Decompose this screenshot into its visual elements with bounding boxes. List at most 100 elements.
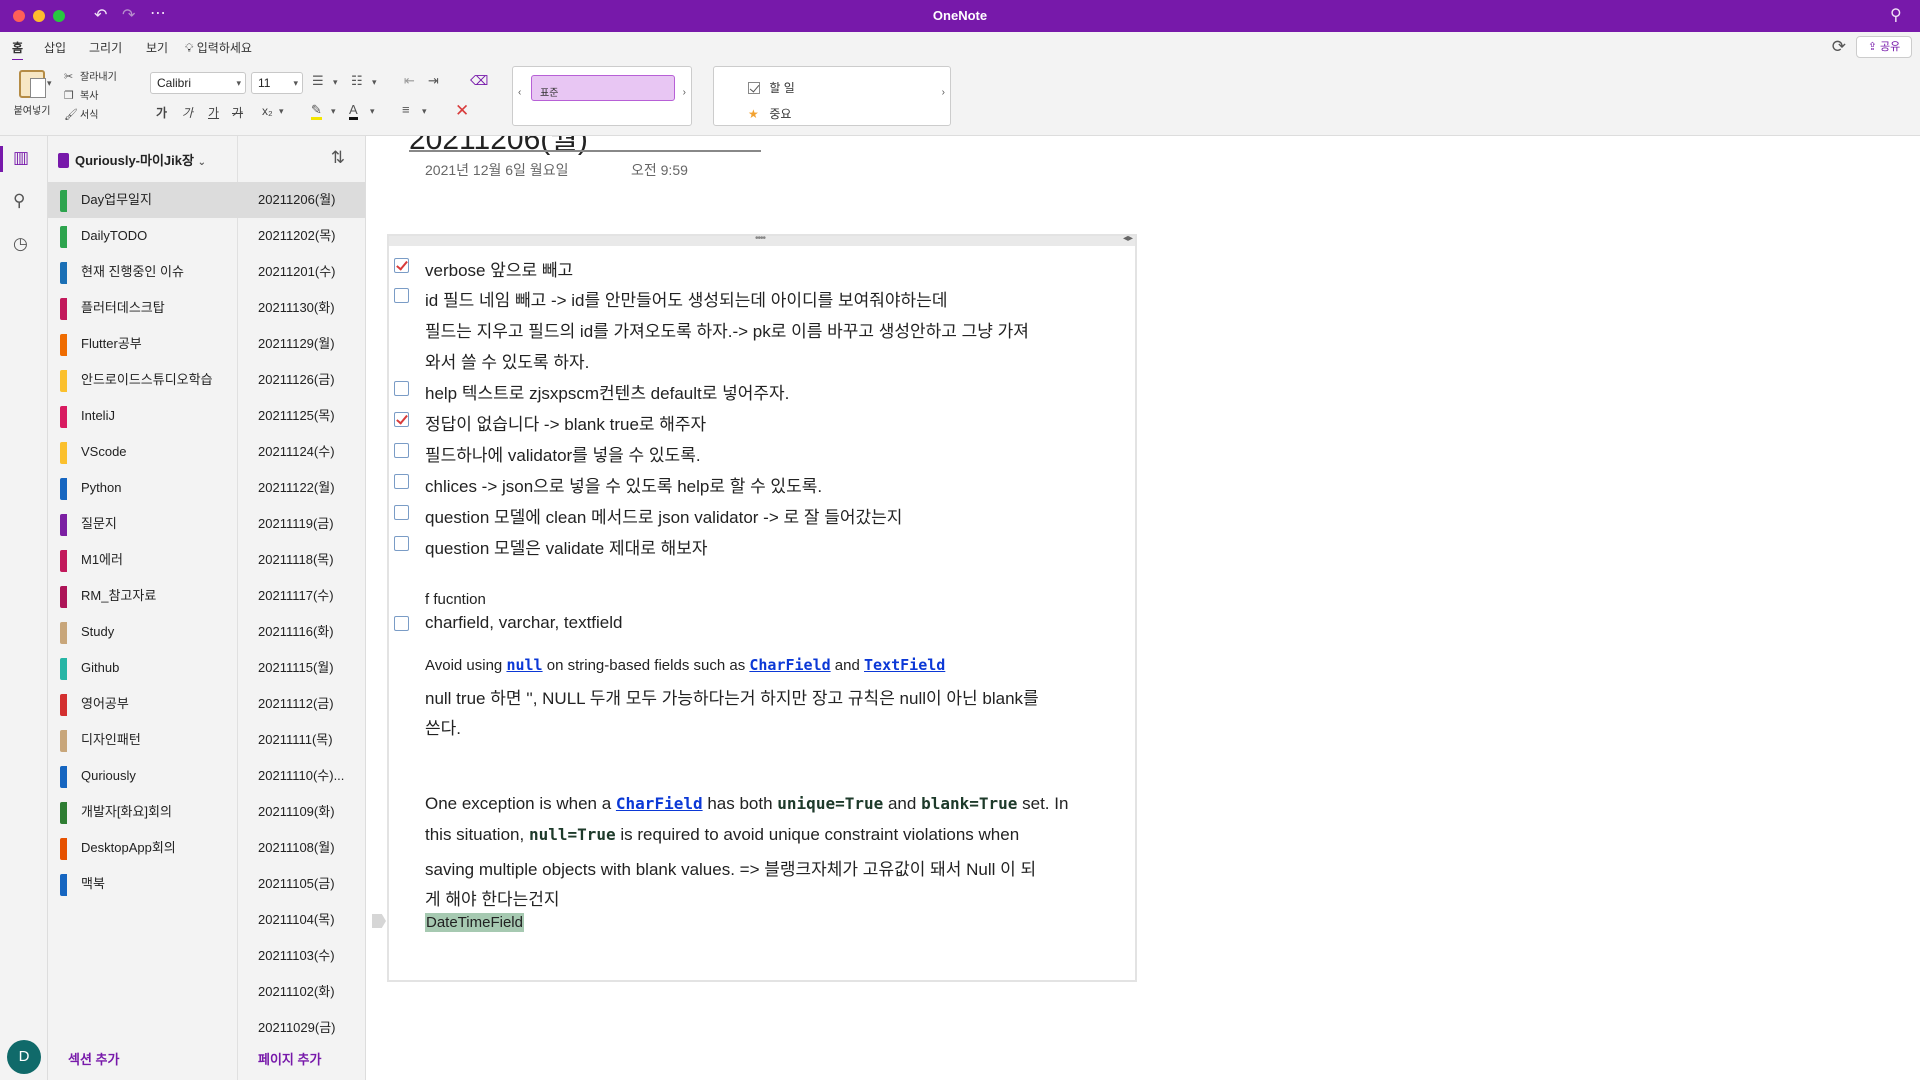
section-item[interactable]: Study <box>48 614 238 650</box>
todo-checkbox[interactable] <box>394 505 409 520</box>
section-item[interactable]: 맥북 <box>48 866 238 902</box>
chevron-down-icon[interactable]: ▾ <box>333 77 338 88</box>
cut-button[interactable]: ✂ 잘라내기 <box>64 68 117 87</box>
todo-item[interactable]: 필드하나에 validator를 넣을 수 있도록. <box>425 441 701 466</box>
page-item[interactable]: 20211202(목) <box>238 218 365 254</box>
section-item[interactable]: 플러터데스크탑 <box>48 290 238 326</box>
sync-icon[interactable]: ⟳ <box>1832 37 1846 57</box>
align-icon[interactable]: ≡ <box>402 102 410 117</box>
copy-button[interactable]: ❐ 복사 <box>64 87 117 106</box>
tab-home[interactable]: 홈 <box>12 39 24 61</box>
todo-item[interactable]: question 모델은 validate 제대로 해보자 <box>425 534 708 559</box>
page-item[interactable]: 20211105(금) <box>238 866 365 902</box>
section-item[interactable]: M1에러 <box>48 542 238 578</box>
page-item[interactable]: 20211109(화) <box>238 794 365 830</box>
delete-icon[interactable]: ✕ <box>455 101 469 121</box>
page-item[interactable]: 20211124(수) <box>238 434 365 470</box>
chevron-down-icon[interactable]: ▾ <box>372 77 377 88</box>
page-item[interactable]: 20211116(화) <box>238 614 365 650</box>
style-normal[interactable]: 표준 <box>531 75 675 101</box>
link-null[interactable]: null <box>506 656 542 674</box>
todo-item-continued[interactable]: 와서 쓸 수 있도록 하자. <box>425 348 589 373</box>
sort-icon[interactable]: ⇅ <box>331 148 345 168</box>
link-textfield[interactable]: TextField <box>864 656 945 674</box>
note-text[interactable]: f fucntion <box>425 591 486 608</box>
todo-checkbox[interactable] <box>394 443 409 458</box>
chevron-left-icon[interactable]: ‹ <box>518 87 521 98</box>
chevron-down-icon[interactable]: ▾ <box>370 106 375 117</box>
todo-checkbox[interactable] <box>394 536 409 551</box>
todo-checkbox[interactable] <box>394 616 409 631</box>
add-page-button[interactable]: 페이지 추가 <box>258 1049 321 1068</box>
todo-item-continued[interactable]: 필드는 지우고 필드의 id를 가져오도록 하자.-> pk로 이름 바꾸고 생… <box>425 317 1029 342</box>
paste-button[interactable]: 붙여넣기 <box>12 70 52 117</box>
todo-item[interactable]: 정답이 없습니다 -> blank true로 해주자 <box>425 410 706 435</box>
page-item[interactable]: 20211104(목) <box>238 902 365 938</box>
section-item[interactable]: InteliJ <box>48 398 238 434</box>
share-button[interactable]: ⇪ 공유 <box>1856 36 1912 58</box>
section-item[interactable]: 영어공부 <box>48 686 238 722</box>
tag-important[interactable]: ★ 중요 <box>748 105 791 122</box>
avatar[interactable]: D <box>7 1040 41 1074</box>
increase-indent-icon[interactable]: ⇥ <box>428 73 439 89</box>
subscript-button[interactable]: x₂ <box>262 104 273 118</box>
section-item[interactable]: 개발자[화요]회의 <box>48 794 238 830</box>
note-text[interactable]: this situation, null=True is required to… <box>425 825 1019 845</box>
link-charfield[interactable]: CharField <box>749 656 830 674</box>
chevron-right-icon[interactable]: › <box>942 87 945 98</box>
clear-formatting-icon[interactable]: ⌫ <box>470 73 488 89</box>
font-size-select[interactable]: 11 ▾ <box>251 72 303 94</box>
page-item[interactable]: 20211029(금) <box>238 1010 365 1046</box>
note-text[interactable]: null true 하면 '', NULL 두개 모두 가능하다는거 하지만 장… <box>425 684 1039 709</box>
section-item[interactable]: RM_참고자료 <box>48 578 238 614</box>
paste-dropdown-icon[interactable]: ▾ <box>47 78 52 89</box>
highlighter-icon[interactable]: ✎ <box>311 102 322 120</box>
section-item[interactable]: VScode <box>48 434 238 470</box>
todo-item[interactable]: charfield, varchar, textfield <box>425 613 622 633</box>
section-item[interactable]: DesktopApp회의 <box>48 830 238 866</box>
page-item[interactable]: 20211122(월) <box>238 470 365 506</box>
page-item[interactable]: 20211129(월) <box>238 326 365 362</box>
page-item[interactable]: 20211201(수) <box>238 254 365 290</box>
section-item[interactable]: Python <box>48 470 238 506</box>
todo-checkbox[interactable] <box>394 381 409 396</box>
page-item[interactable]: 20211102(화) <box>238 974 365 1010</box>
notebook-selector[interactable]: Quriously-마이Jik장 ⌄ <box>58 150 206 169</box>
page-item[interactable]: 20211126(금) <box>238 362 365 398</box>
section-item[interactable]: Github <box>48 650 238 686</box>
page-item[interactable]: 20211118(목) <box>238 542 365 578</box>
bold-button[interactable]: 가 <box>156 104 167 121</box>
add-section-button[interactable]: 섹션 추가 <box>68 1049 119 1068</box>
note-container[interactable]: •••• ◂▸ verbose 앞으로 빼고 id 필드 네임 빼고 -> id… <box>372 233 1137 982</box>
page-item[interactable]: 20211110(수)... <box>238 758 365 794</box>
underline-button[interactable]: 가 <box>208 104 219 121</box>
font-family-select[interactable]: Calibri ▾ <box>150 72 246 94</box>
strikethrough-button[interactable]: 가 <box>232 104 243 121</box>
recent-icon[interactable]: ◷ <box>13 234 28 254</box>
tab-view[interactable]: 보기 <box>146 39 168 56</box>
decrease-indent-icon[interactable]: ⇤ <box>404 73 415 89</box>
todo-item[interactable]: verbose 앞으로 빼고 <box>425 256 573 281</box>
chevron-down-icon[interactable]: ▾ <box>279 106 284 117</box>
note-text-highlighted[interactable]: DateTimeField <box>425 913 524 932</box>
section-item[interactable]: 디자인패턴 <box>48 722 238 758</box>
numbered-list-icon[interactable]: ☷ <box>351 73 363 89</box>
note-text[interactable]: 게 해야 한다는건지 <box>425 885 560 910</box>
italic-button[interactable]: 가 <box>182 104 193 121</box>
link-charfield[interactable]: CharField <box>616 794 703 813</box>
tag-todo[interactable]: 할 일 <box>748 79 795 96</box>
todo-checkbox[interactable] <box>394 412 409 427</box>
page-item[interactable]: 20211119(금) <box>238 506 365 542</box>
page-item[interactable]: 20211108(월) <box>238 830 365 866</box>
chevron-down-icon[interactable]: ▾ <box>331 106 336 117</box>
font-color-icon[interactable]: A <box>349 102 358 120</box>
tab-draw[interactable]: 그리기 <box>89 39 122 56</box>
todo-item[interactable]: chlices -> json으로 넣을 수 있도록 help로 할 수 있도록… <box>425 472 822 497</box>
page-item[interactable]: 20211125(목) <box>238 398 365 434</box>
section-item[interactable]: 안드로이드스튜디오학습 <box>48 362 238 398</box>
section-item[interactable]: Day업무일지 <box>48 182 238 218</box>
tell-me[interactable]: 💡︎ 입력하세요 <box>185 39 252 56</box>
bullet-list-icon[interactable]: ☰ <box>312 73 324 89</box>
paragraph-handle[interactable] <box>372 914 386 928</box>
todo-item[interactable]: id 필드 네임 빼고 -> id를 안만들어도 생성되는데 아이디를 보여줘야… <box>425 286 947 311</box>
